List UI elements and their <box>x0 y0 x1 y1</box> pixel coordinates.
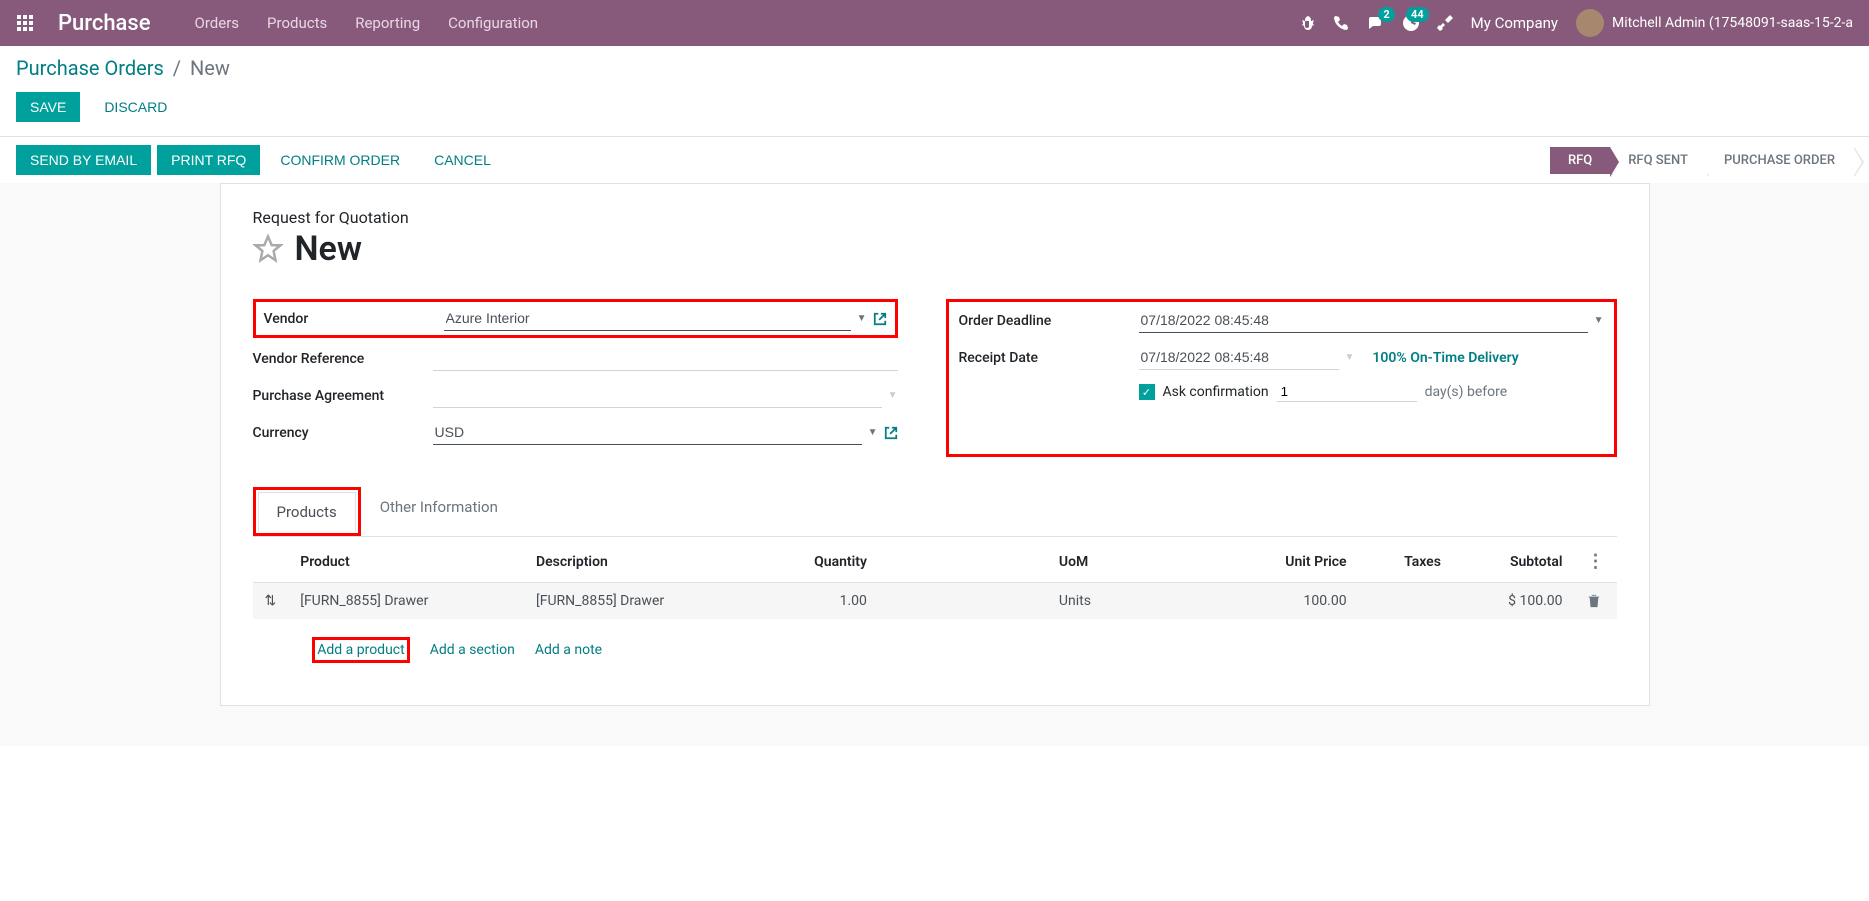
step-purchase-order[interactable]: Purchase Order <box>1706 147 1853 174</box>
step-rfq-sent[interactable]: RFQ Sent <box>1610 147 1706 174</box>
favorite-star-icon[interactable] <box>253 234 283 264</box>
col-quantity: Quantity <box>760 541 879 583</box>
col-subtotal: Subtotal <box>1453 541 1575 583</box>
add-section-link[interactable]: Add a section <box>430 642 515 658</box>
col-description: Description <box>524 541 760 583</box>
ask-confirmation-label: Ask confirmation <box>1163 384 1269 400</box>
products-table: Product Description Quantity UoM Unit Pr… <box>253 541 1617 681</box>
cell-unit-price[interactable]: 100.00 <box>1226 583 1358 620</box>
days-before-input[interactable] <box>1277 382 1417 402</box>
receipt-label: Receipt Date <box>959 350 1139 366</box>
breadcrumb: Purchase Orders / New <box>16 56 1853 80</box>
currency-external-link-icon[interactable] <box>884 426 898 440</box>
cell-quantity[interactable]: 1.00 <box>760 583 879 620</box>
ontime-delivery: 100% On-Time Delivery <box>1372 350 1518 366</box>
drag-handle-icon[interactable]: ⇅ <box>253 583 289 620</box>
cell-uom[interactable]: Units <box>879 583 1226 620</box>
save-button[interactable]: Save <box>16 92 80 122</box>
vendor-input[interactable] <box>444 306 851 331</box>
breadcrumb-sep: / <box>173 56 181 80</box>
vendor-caret-icon[interactable]: ▼ <box>857 313 867 324</box>
col-unit-price: Unit Price <box>1226 541 1358 583</box>
nav-reporting[interactable]: Reporting <box>355 14 420 32</box>
tab-other-information[interactable]: Other Information <box>361 487 517 536</box>
user-menu[interactable]: Mitchell Admin (17548091-saas-15-2-a <box>1576 9 1853 37</box>
company-name[interactable]: My Company <box>1471 14 1558 32</box>
deadline-input[interactable] <box>1139 308 1588 333</box>
nav-configuration[interactable]: Configuration <box>448 14 538 32</box>
status-bar: Send by Email Print RFQ Confirm Order Ca… <box>0 136 1869 183</box>
breadcrumb-bar: Purchase Orders / New <box>0 46 1869 86</box>
currency-label: Currency <box>253 425 433 441</box>
nav-menu: Orders Products Reporting Configuration <box>195 14 539 32</box>
cancel-button[interactable]: Cancel <box>420 145 505 175</box>
chat-icon[interactable]: 2 <box>1367 15 1385 31</box>
activity-icon[interactable]: 44 <box>1403 15 1419 31</box>
control-bar: Save Discard <box>0 86 1869 136</box>
add-product-link[interactable]: Add a product <box>317 642 404 658</box>
avatar <box>1576 9 1604 37</box>
form-title: New <box>295 229 362 269</box>
form-sheet: Request for Quotation New Vendor ▼ <box>220 183 1650 706</box>
currency-input[interactable] <box>433 420 862 445</box>
agreement-caret-icon[interactable]: ▼ <box>888 390 898 401</box>
receipt-caret-icon[interactable]: ▼ <box>1345 352 1355 363</box>
user-name: Mitchell Admin (17548091-saas-15-2-a <box>1612 15 1853 31</box>
col-product: Product <box>288 541 524 583</box>
top-navbar: Purchase Orders Products Reporting Confi… <box>0 0 1869 46</box>
currency-caret-icon[interactable]: ▼ <box>868 427 878 438</box>
form-left-column: Vendor ▼ Vendor Reference <box>253 299 898 457</box>
activity-badge: 44 <box>1406 7 1429 22</box>
deadline-caret-icon[interactable]: ▼ <box>1594 315 1604 326</box>
breadcrumb-root[interactable]: Purchase Orders <box>16 56 164 80</box>
vendor-ref-input[interactable] <box>433 346 898 371</box>
receipt-input[interactable] <box>1139 345 1339 370</box>
phone-icon[interactable] <box>1333 15 1349 31</box>
col-taxes: Taxes <box>1359 541 1453 583</box>
discard-button[interactable]: Discard <box>90 92 181 122</box>
cell-taxes[interactable] <box>1359 583 1453 620</box>
kebab-icon[interactable]: ⋮ <box>1587 551 1605 572</box>
chat-badge: 2 <box>1378 7 1394 22</box>
cell-product[interactable]: [FURN_8855] Drawer <box>288 583 524 620</box>
tab-row: Products Other Information <box>253 487 1617 537</box>
days-before-label: day(s) before <box>1425 384 1508 400</box>
app-name[interactable]: Purchase <box>58 11 151 36</box>
cell-subtotal: $ 100.00 <box>1453 583 1575 620</box>
vendor-ref-label: Vendor Reference <box>253 351 433 367</box>
vendor-external-link-icon[interactable] <box>873 312 887 326</box>
confirm-order-button[interactable]: Confirm Order <box>266 145 414 175</box>
add-note-link[interactable]: Add a note <box>535 642 602 658</box>
form-right-column: Order Deadline ▼ Receipt Date ▼ 100% On-… <box>946 299 1617 457</box>
table-row[interactable]: ⇅ [FURN_8855] Drawer [FURN_8855] Drawer … <box>253 583 1617 620</box>
trash-icon[interactable] <box>1587 594 1605 608</box>
send-email-button[interactable]: Send by Email <box>16 145 151 175</box>
print-rfq-button[interactable]: Print RFQ <box>157 145 260 175</box>
apps-icon[interactable] <box>16 14 34 32</box>
nav-products[interactable]: Products <box>267 14 327 32</box>
breadcrumb-current: New <box>190 56 230 80</box>
form-subtitle: Request for Quotation <box>253 208 1617 227</box>
agreement-label: Purchase Agreement <box>253 388 433 404</box>
bug-icon[interactable] <box>1299 15 1315 31</box>
col-uom: UoM <box>879 541 1226 583</box>
step-rfq[interactable]: RFQ <box>1550 147 1610 174</box>
vendor-label: Vendor <box>264 311 444 327</box>
deadline-label: Order Deadline <box>959 313 1139 329</box>
tab-products[interactable]: Products <box>258 492 356 532</box>
agreement-input[interactable] <box>433 383 882 408</box>
nav-orders[interactable]: Orders <box>195 14 240 32</box>
status-steps: RFQ RFQ Sent Purchase Order <box>1550 147 1853 174</box>
cell-description[interactable]: [FURN_8855] Drawer <box>524 583 760 620</box>
ask-confirmation-checkbox[interactable]: ✓ <box>1139 384 1155 400</box>
tools-icon[interactable] <box>1437 15 1453 31</box>
